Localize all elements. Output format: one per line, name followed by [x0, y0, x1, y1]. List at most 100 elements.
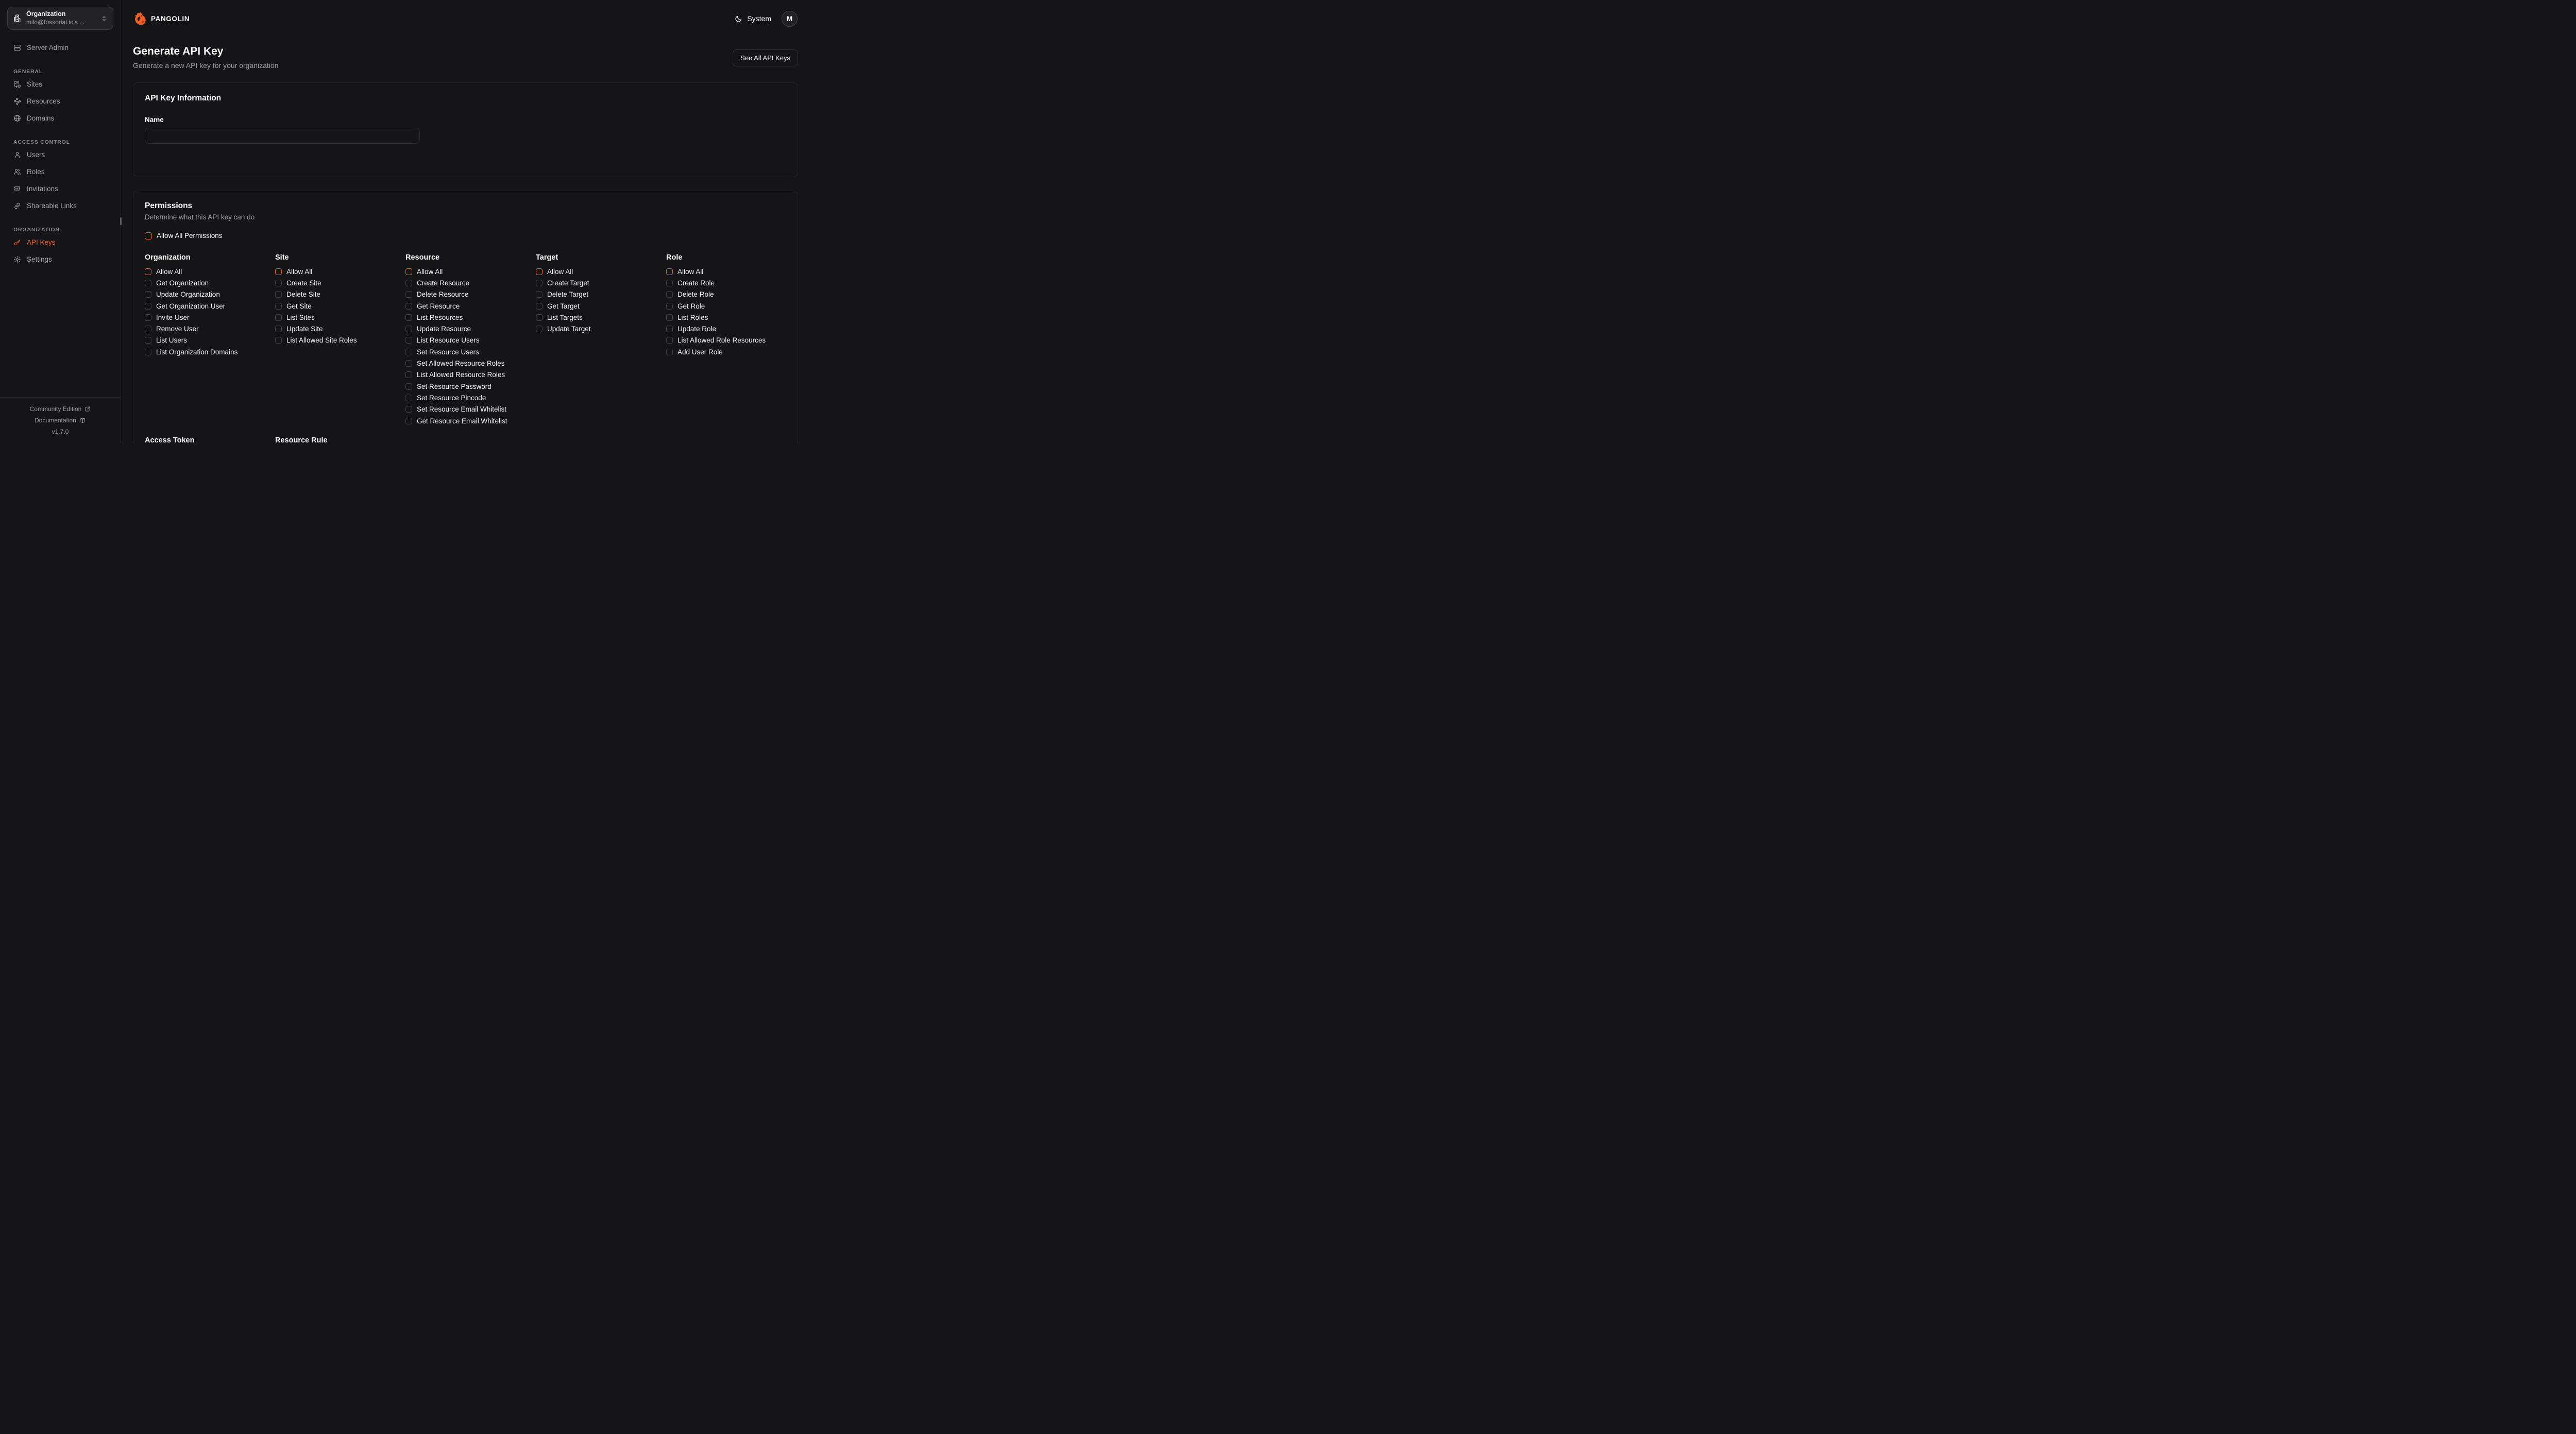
permission-checkbox[interactable] [145, 280, 151, 286]
permission-row[interactable]: List Allowed Role Resources [666, 335, 766, 346]
allow-all-checkbox[interactable] [145, 268, 151, 275]
permission-row[interactable]: List Organization Domains [145, 346, 238, 357]
documentation-link[interactable]: Documentation [0, 415, 121, 426]
permission-checkbox[interactable] [405, 326, 412, 332]
permission-checkbox[interactable] [536, 291, 543, 298]
permission-row[interactable]: Get Resource [405, 300, 460, 312]
permission-checkbox[interactable] [405, 395, 412, 401]
sidebar-item-users[interactable]: Users [7, 146, 113, 163]
permission-row[interactable]: Update Site [275, 323, 323, 334]
allow-all-checkbox[interactable] [666, 268, 673, 275]
permission-row[interactable]: Update Target [536, 323, 591, 334]
allow-all-permissions-row[interactable]: Allow All Permissions [145, 232, 223, 240]
allow-all-permissions-checkbox[interactable] [145, 232, 152, 240]
sidebar-item-api-keys[interactable]: API Keys [7, 234, 113, 251]
sidebar-item-server-admin[interactable]: Server Admin [7, 39, 113, 56]
permission-row[interactable]: Get Role [666, 300, 705, 312]
permission-checkbox[interactable] [405, 360, 412, 367]
permission-checkbox[interactable] [536, 326, 543, 332]
permission-row[interactable]: Allow All [275, 266, 312, 277]
brand[interactable]: PANGOLIN [133, 11, 190, 26]
permission-checkbox[interactable] [405, 303, 412, 310]
permission-checkbox[interactable] [666, 291, 673, 298]
permission-row[interactable]: Allow All [405, 266, 443, 277]
permission-row[interactable]: Invite User [145, 312, 190, 323]
sidebar-item-invitations[interactable]: Invitations [7, 180, 113, 197]
permission-checkbox[interactable] [275, 337, 282, 344]
permission-checkbox[interactable] [405, 337, 412, 344]
permission-checkbox[interactable] [405, 406, 412, 413]
permission-row[interactable]: Get Resource Email Whitelist [405, 415, 507, 426]
permission-row[interactable]: Update Resource [405, 323, 471, 334]
permission-row[interactable]: Allow All [145, 266, 182, 277]
community-edition-link[interactable]: Community Edition [0, 403, 121, 415]
permission-row[interactable]: Create Resource [405, 277, 469, 288]
permission-checkbox[interactable] [666, 303, 673, 310]
permission-row[interactable]: Create Site [275, 277, 321, 288]
permission-row[interactable]: List Resource Users [405, 335, 480, 346]
permission-row[interactable]: List Users [145, 335, 187, 346]
see-all-api-keys-button[interactable]: See All API Keys [733, 49, 798, 66]
permission-row[interactable]: Get Target [536, 300, 580, 312]
permission-row[interactable]: Create Role [666, 277, 715, 288]
permission-checkbox[interactable] [145, 314, 151, 321]
sidebar-item-resources[interactable]: Resources [7, 93, 113, 110]
user-avatar[interactable]: M [782, 11, 798, 27]
permission-row[interactable]: Set Resource Pincode [405, 392, 486, 403]
permission-checkbox[interactable] [145, 337, 151, 344]
permission-row[interactable]: List Resources [405, 312, 463, 323]
permission-row[interactable]: List Allowed Resource Roles [405, 369, 505, 381]
permission-row[interactable]: Allow All [666, 266, 703, 277]
permission-checkbox[interactable] [275, 303, 282, 310]
permission-row[interactable]: Allow All [536, 266, 573, 277]
permission-row[interactable]: List Allowed Site Roles [275, 335, 357, 346]
permission-checkbox[interactable] [145, 303, 151, 310]
permission-checkbox[interactable] [666, 280, 673, 286]
permission-row[interactable]: List Targets [536, 312, 583, 323]
allow-all-checkbox[interactable] [405, 268, 412, 275]
permission-row[interactable]: Set Resource Email Whitelist [405, 404, 506, 415]
permission-checkbox[interactable] [536, 314, 543, 321]
permission-row[interactable]: Delete Site [275, 289, 320, 300]
permission-checkbox[interactable] [405, 371, 412, 378]
permission-row[interactable]: List Roles [666, 312, 708, 323]
permission-row[interactable]: Delete Target [536, 289, 588, 300]
permission-checkbox[interactable] [666, 337, 673, 344]
permission-row[interactable]: Update Role [666, 323, 716, 334]
permission-checkbox[interactable] [145, 291, 151, 298]
permission-row[interactable]: Get Organization User [145, 300, 225, 312]
permission-checkbox[interactable] [405, 418, 412, 424]
permission-row[interactable]: Set Resource Password [405, 381, 492, 392]
name-input[interactable] [145, 128, 420, 144]
permission-checkbox[interactable] [405, 314, 412, 321]
permission-row[interactable]: Set Allowed Resource Roles [405, 357, 504, 369]
permission-row[interactable]: Add User Role [666, 346, 723, 357]
permission-checkbox[interactable] [405, 280, 412, 286]
permission-row[interactable]: Set Resource Users [405, 346, 479, 357]
allow-all-checkbox[interactable] [536, 268, 543, 275]
permission-checkbox[interactable] [405, 383, 412, 390]
sidebar-item-settings[interactable]: Settings [7, 251, 113, 268]
permission-checkbox[interactable] [405, 349, 412, 355]
permission-checkbox[interactable] [145, 349, 151, 355]
permission-row[interactable]: Update Organization [145, 289, 220, 300]
sidebar-item-sites[interactable]: Sites [7, 76, 113, 93]
permission-checkbox[interactable] [145, 326, 151, 332]
permission-row[interactable]: Get Organization [145, 277, 209, 288]
allow-all-checkbox[interactable] [275, 268, 282, 275]
permission-checkbox[interactable] [405, 291, 412, 298]
permission-checkbox[interactable] [275, 326, 282, 332]
permission-row[interactable]: Delete Resource [405, 289, 469, 300]
permission-checkbox[interactable] [536, 280, 543, 286]
permission-row[interactable]: Delete Role [666, 289, 714, 300]
permission-checkbox[interactable] [666, 314, 673, 321]
permission-checkbox[interactable] [275, 314, 282, 321]
permission-checkbox[interactable] [275, 291, 282, 298]
permission-checkbox[interactable] [536, 303, 543, 310]
sidebar-scrollbar-thumb[interactable] [120, 217, 122, 225]
sidebar-item-shareable-links[interactable]: Shareable Links [7, 197, 113, 214]
permission-row[interactable]: Get Site [275, 300, 312, 312]
theme-toggle[interactable]: System [735, 14, 771, 23]
permission-checkbox[interactable] [666, 326, 673, 332]
permission-row[interactable]: Remove User [145, 323, 199, 334]
